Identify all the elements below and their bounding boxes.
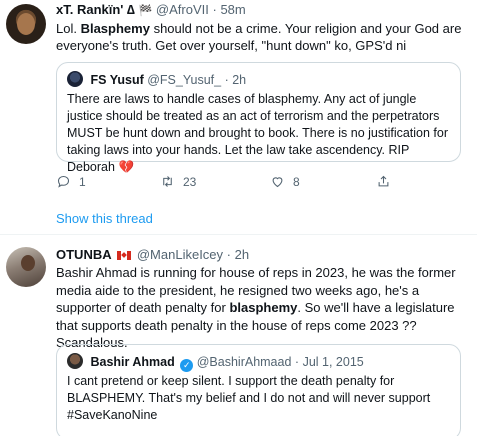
- quoted-handle: @FS_Yusuf_: [147, 73, 222, 87]
- avatar[interactable]: [6, 247, 46, 287]
- like-icon: [272, 177, 283, 188]
- retweet-button[interactable]: 23: [160, 174, 196, 189]
- tweet-header: OTUNBA @ManLikeIcey · 2h: [56, 247, 249, 263]
- share-button[interactable]: [376, 174, 391, 189]
- quoted-tweet[interactable]: FS Yusuf @FS_Yusuf_ · 2h There are laws …: [56, 62, 461, 174]
- handle[interactable]: @ManLikeIcey: [137, 247, 223, 262]
- like-count: 8: [293, 174, 300, 189]
- verified-badge-icon: ✓: [180, 359, 194, 372]
- tweet-header: xT. Rankïn' ∆ 🏁 @AfroVII · 58m: [56, 2, 246, 19]
- display-name[interactable]: xT. Rankïn' ∆: [56, 2, 135, 17]
- retweet-count: 23: [183, 174, 197, 189]
- timestamp[interactable]: 2h: [235, 247, 249, 262]
- quoted-tweet-text: There are laws to handle cases of blasph…: [67, 91, 452, 176]
- tweet-actions: 1 23 8: [56, 174, 456, 192]
- avatar[interactable]: [6, 4, 46, 44]
- handle[interactable]: @AfroVII: [156, 2, 209, 17]
- quoted-avatar: [67, 71, 83, 87]
- separator: ·: [226, 247, 232, 262]
- reply-count: 1: [79, 174, 86, 189]
- quoted-display-name: FS Yusuf: [90, 73, 144, 87]
- tweet-text-part: Lol.: [56, 21, 81, 36]
- tweet-text: Lol. Blasphemy should not be a crime. Yo…: [56, 20, 466, 54]
- display-name[interactable]: OTUNBA: [56, 247, 112, 262]
- quoted-avatar: [67, 353, 83, 369]
- tweet-text-bold: blasphemy: [229, 300, 298, 315]
- show-thread-link[interactable]: Show this thread: [56, 211, 153, 226]
- separator: ·: [224, 73, 229, 87]
- timestamp[interactable]: 58m: [220, 2, 245, 17]
- retweet-icon: [163, 176, 172, 187]
- tweet-afrovii[interactable]: xT. Rankïn' ∆ 🏁 @AfroVII · 58m Lol. Blas…: [0, 0, 477, 232]
- tweet-text: Bashir Ahmad is running for house of rep…: [56, 264, 468, 352]
- quoted-timestamp: 2h: [232, 73, 247, 87]
- quoted-handle: @BashirAhmaad: [196, 355, 292, 369]
- share-icon: [378, 175, 389, 187]
- quoted-date: Jul 1, 2015: [302, 355, 364, 369]
- tweet-text-bold: Blasphemy: [80, 21, 150, 36]
- separator: ·: [212, 2, 217, 17]
- reply-button[interactable]: 1: [56, 174, 86, 189]
- broken-heart-icon: 💔: [118, 160, 135, 174]
- reply-icon: [57, 175, 70, 188]
- like-button[interactable]: 8: [270, 174, 300, 189]
- tweet-manlikeicey[interactable]: OTUNBA @ManLikeIcey · 2h Bashir Ahmad is…: [0, 234, 477, 436]
- quoted-tweet-header: FS Yusuf @FS_Yusuf_ · 2h: [67, 71, 246, 88]
- quoted-tweet-text: I cant pretend or keep silent. I support…: [67, 374, 431, 422]
- quoted-tweet-header: Bashir Ahmad ✓ @BashirAhmaad · Jul 1, 20…: [67, 353, 364, 372]
- canada-flag-icon: [117, 251, 132, 260]
- checkered-flag-icon: 🏁: [138, 5, 153, 17]
- separator: ·: [294, 355, 300, 369]
- quoted-tweet[interactable]: Bashir Ahmad ✓ @BashirAhmaad · Jul 1, 20…: [56, 344, 461, 436]
- quoted-display-name: Bashir Ahmad: [90, 355, 175, 369]
